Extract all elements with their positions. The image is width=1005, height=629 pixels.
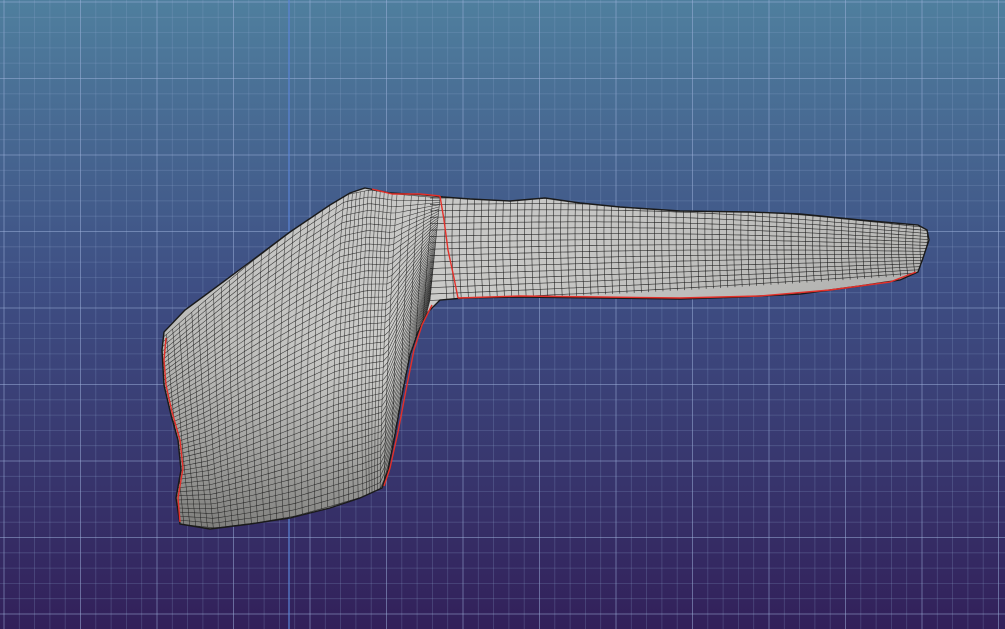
viewport-background: [0, 0, 1005, 629]
viewport-canvas[interactable]: [0, 0, 1005, 629]
3d-viewport[interactable]: [0, 0, 1005, 629]
